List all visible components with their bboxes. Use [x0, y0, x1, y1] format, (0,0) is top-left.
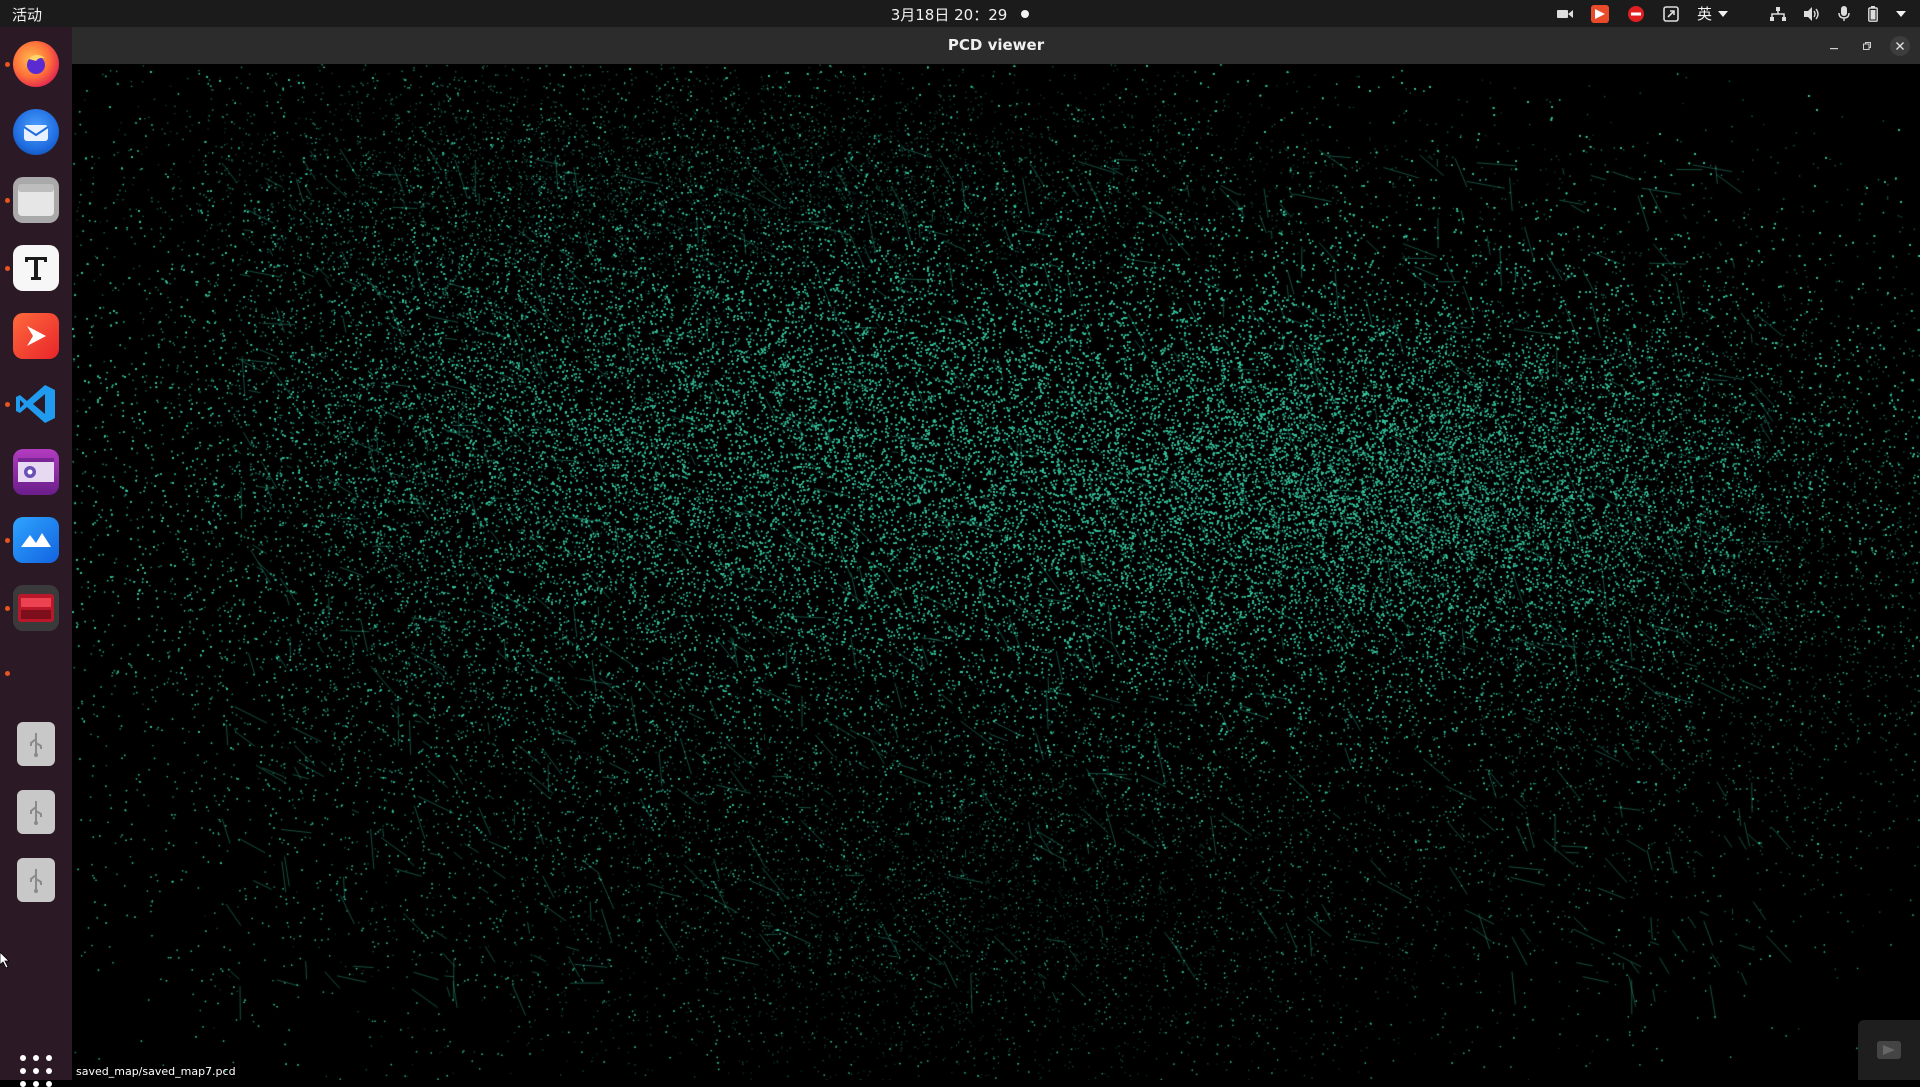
top-bar: 活动 3月18日 20：29 英: [0, 0, 1920, 27]
running-indicator: [5, 402, 10, 407]
thunderbird-icon: [13, 109, 59, 155]
dock-item-wps[interactable]: [0, 305, 72, 367]
close-icon: [1896, 42, 1904, 50]
pcd-viewer-window: PCD viewer saved_map/saved_map7.pcd: [72, 27, 1920, 1080]
running-indicator: [5, 671, 10, 676]
restore-button[interactable]: [1857, 36, 1877, 56]
dock-item-thunderbird[interactable]: [0, 101, 72, 163]
dock-item-files[interactable]: [0, 169, 72, 231]
dock-item-text-editor[interactable]: [0, 237, 72, 299]
minimize-icon: [1830, 48, 1838, 50]
point-cloud-viewport[interactable]: saved_map/saved_map7.pcd: [72, 64, 1920, 1080]
dock-item-video[interactable]: [0, 441, 72, 503]
dock-item-firefox[interactable]: [0, 33, 72, 95]
running-indicator: [5, 538, 10, 543]
dock-item-usb-drive-1[interactable]: [0, 713, 72, 775]
do-not-disturb-icon[interactable]: [1618, 0, 1654, 27]
system-menu-icon[interactable]: [1887, 0, 1920, 27]
volume-icon[interactable]: [1795, 0, 1829, 27]
mouse-pointer-icon: [0, 951, 10, 972]
dock-item-usb-drive-2[interactable]: [0, 781, 72, 843]
update-icon[interactable]: [1654, 0, 1688, 27]
chevron-down-icon: [1718, 10, 1728, 17]
wps-icon[interactable]: [1582, 0, 1618, 27]
close-button[interactable]: [1890, 36, 1910, 56]
activities-button[interactable]: 活动: [12, 4, 42, 25]
apps-grid-icon: [20, 1055, 26, 1061]
video-icon: [13, 449, 59, 495]
dock: [0, 27, 72, 1087]
feishu-icon: [13, 517, 59, 563]
minimize-button[interactable]: [1824, 36, 1844, 56]
corner-widget[interactable]: [1858, 1020, 1920, 1080]
running-indicator: [5, 266, 10, 271]
dock-item-feishu[interactable]: [0, 509, 72, 571]
dock-item-usb-drive-3[interactable]: [0, 849, 72, 911]
running-indicator: [5, 606, 10, 611]
show-apps-button[interactable]: [20, 1055, 52, 1087]
microphone-icon[interactable]: [1829, 0, 1859, 27]
notification-dot-icon: [1021, 9, 1030, 18]
usb-drive-icon: [17, 858, 55, 902]
running-indicator: [5, 62, 10, 67]
restore-icon: [1863, 42, 1871, 50]
dock-item-vscode[interactable]: [0, 373, 72, 435]
camera-icon[interactable]: [1548, 0, 1582, 27]
network-icon[interactable]: [1761, 0, 1795, 27]
firefox-icon: [13, 41, 59, 87]
vscode-icon: [13, 381, 59, 427]
file-path-label: saved_map/saved_map7.pcd: [76, 1065, 236, 1078]
screen-share-icon: [1877, 1041, 1901, 1059]
clock-label: 3月18日 20：29: [890, 6, 1008, 24]
text-editor-icon: [13, 245, 59, 291]
files-icon: [13, 177, 59, 223]
ime-indicator[interactable]: 英: [1688, 0, 1737, 27]
ime-label: 英: [1696, 5, 1712, 23]
wps-icon: [13, 313, 59, 359]
chevron-down-icon: [1896, 10, 1906, 17]
usb-drive-icon: [17, 722, 55, 766]
running-indicator: [5, 198, 10, 203]
red-terminal-icon: [13, 585, 59, 631]
point-cloud-canvas[interactable]: [72, 64, 1920, 1080]
dock-item-terminal-app[interactable]: [0, 577, 72, 639]
window-titlebar[interactable]: PCD viewer: [72, 27, 1920, 64]
usb-drive-icon: [17, 790, 55, 834]
clock-button[interactable]: 3月18日 20：29: [891, 6, 1030, 24]
window-title: PCD viewer: [947, 36, 1045, 54]
system-tray: 英: [1548, 0, 1920, 27]
battery-icon[interactable]: [1859, 0, 1887, 27]
